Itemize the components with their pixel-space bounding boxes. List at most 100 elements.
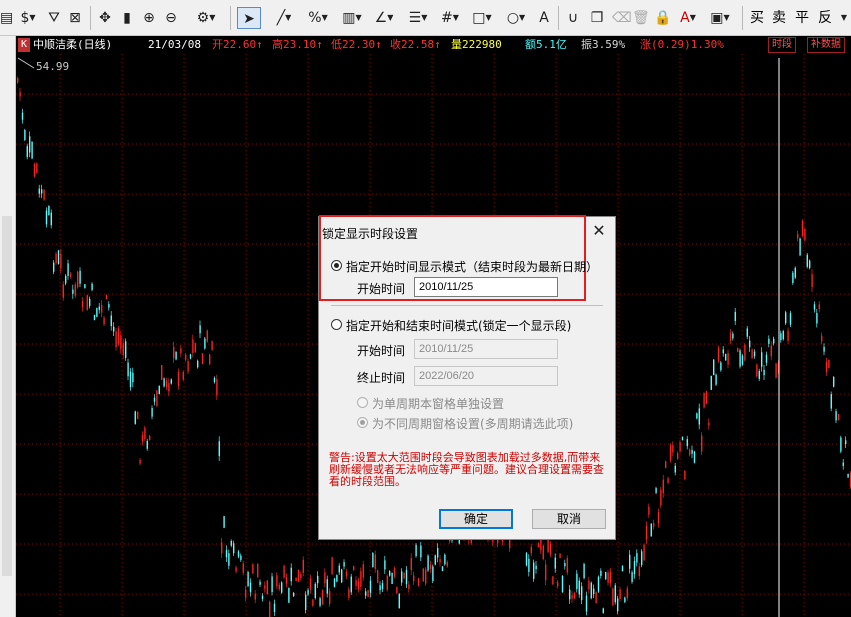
candle-body [825,361,828,372]
sell-button[interactable]: 卖 [772,7,786,29]
cancel-button[interactable]: 取消 [532,509,606,529]
candle-body [444,554,446,565]
move-icon[interactable]: ✥ [96,7,114,29]
candle-body [252,564,254,574]
candle-body [578,580,580,595]
opt-multi-label[interactable]: 为不同周期窗格设置(多周期请选此项) [372,415,573,432]
candle-body [319,598,321,606]
candle-body [29,136,31,153]
toolbar-separator [742,6,743,30]
buy-button[interactable]: 买 [750,7,764,29]
color-icon[interactable]: A▼ [676,7,700,29]
opt-multi-radio[interactable] [357,417,368,428]
candle-body [396,587,398,594]
candle-body [554,557,556,569]
toolbar-separator [558,6,559,30]
candle-body [773,338,775,344]
save-icon[interactable]: ▣▼ [708,7,732,29]
circle-icon[interactable]: ○▼ [504,7,528,29]
candle-body [384,560,386,570]
timeseg-button[interactable]: 时段 [768,37,796,53]
lock-icon[interactable]: 🔒 [654,7,671,29]
mode1-label[interactable]: 指定开始时间显示模式（结束时段为最新日期） [346,258,598,275]
zoom-box-icon[interactable]: ⊠ [66,7,84,29]
doc-icon[interactable]: ▤ [0,7,13,29]
bar-icon[interactable]: ▮ [120,7,134,29]
zoom-out-icon[interactable]: ⊖ [162,7,180,29]
candle-body [264,585,266,589]
candle-body [101,304,103,313]
candle-body [597,576,600,592]
angle-icon[interactable]: ∠▼ [372,7,396,29]
candle-body [98,306,100,310]
supplement-data-button[interactable]: 补数据 [807,37,845,53]
candle-body [127,362,129,377]
candle-body [674,465,676,473]
chevron-down-icon[interactable]: ▼ [838,7,850,29]
mode2-label[interactable]: 指定开始和结束时间模式(锁定一个显示段) [346,317,571,334]
candle-body [357,581,360,590]
hash-icon[interactable]: #▼ [440,7,460,29]
zoom-in-icon[interactable]: ⊕ [140,7,158,29]
k-button[interactable]: K [18,38,31,52]
candle-body [530,546,532,554]
left-scrollbar[interactable] [0,36,16,617]
candle-body [552,576,554,585]
grid-icon[interactable]: ▥▼ [340,7,364,29]
candle-body [31,141,33,159]
percent-icon[interactable]: %▼ [306,7,330,29]
reverse-button[interactable]: 反 [818,7,832,29]
mode1-start-field[interactable] [414,277,558,297]
filter-icon[interactable]: ⛛ [46,7,62,29]
candle-body [801,220,804,236]
dollar-icon[interactable]: $▼ [16,7,40,29]
candle-body [17,77,19,83]
stock-name: 中顺洁柔(日线) [33,38,113,51]
candle-body [108,304,110,308]
candle-body [374,554,376,569]
line-icon[interactable]: ╱▼ [272,7,296,29]
candle-body [633,561,636,575]
candle-body [225,550,228,558]
delete-icon[interactable]: ⌫ [612,7,632,29]
candle-body [576,573,578,589]
candle-body [427,555,429,571]
ok-button[interactable]: 确定 [439,509,513,529]
candle-body [314,583,316,599]
candle-body [168,383,170,392]
candle-body [300,573,302,579]
opt-single-radio[interactable] [357,397,368,408]
mode2-start-field[interactable] [414,339,558,359]
candle-body [233,543,235,554]
candle-body [398,593,400,609]
text-icon[interactable]: A [536,7,552,29]
cursor-icon[interactable]: ➤ [237,7,261,29]
candle-body [187,361,189,372]
candle-body [756,364,758,377]
toolbar-separator [90,6,91,30]
rect-icon[interactable]: □▼ [470,7,494,29]
candle-body [525,553,528,566]
mode2-radio[interactable] [331,319,342,330]
low-price: 低22.30↑ [331,38,382,51]
copy-icon[interactable]: ❐ [588,7,606,29]
fib-icon[interactable]: ☰▼ [406,7,430,29]
candle-body [672,445,674,453]
candle-body [345,571,348,576]
candle-body [732,333,734,339]
candle-body [278,584,280,590]
gear-icon[interactable]: ⚙▼ [192,7,220,29]
candle-body [81,301,84,308]
close-icon[interactable]: ✕ [589,221,609,241]
candle-body [365,591,367,596]
mode2-end-field[interactable] [414,366,558,386]
candle-body [693,451,696,463]
trash-icon[interactable]: 🗑 [632,7,650,29]
opt-single-label[interactable]: 为单周期本窗格单独设置 [372,395,504,412]
magnet-icon[interactable]: ∪ [564,7,582,29]
candle-body [614,585,616,603]
scrollbar-thumb[interactable] [2,216,12,576]
candle-body [199,325,201,334]
mode1-radio[interactable] [331,260,342,271]
flat-button[interactable]: 平 [795,7,809,29]
